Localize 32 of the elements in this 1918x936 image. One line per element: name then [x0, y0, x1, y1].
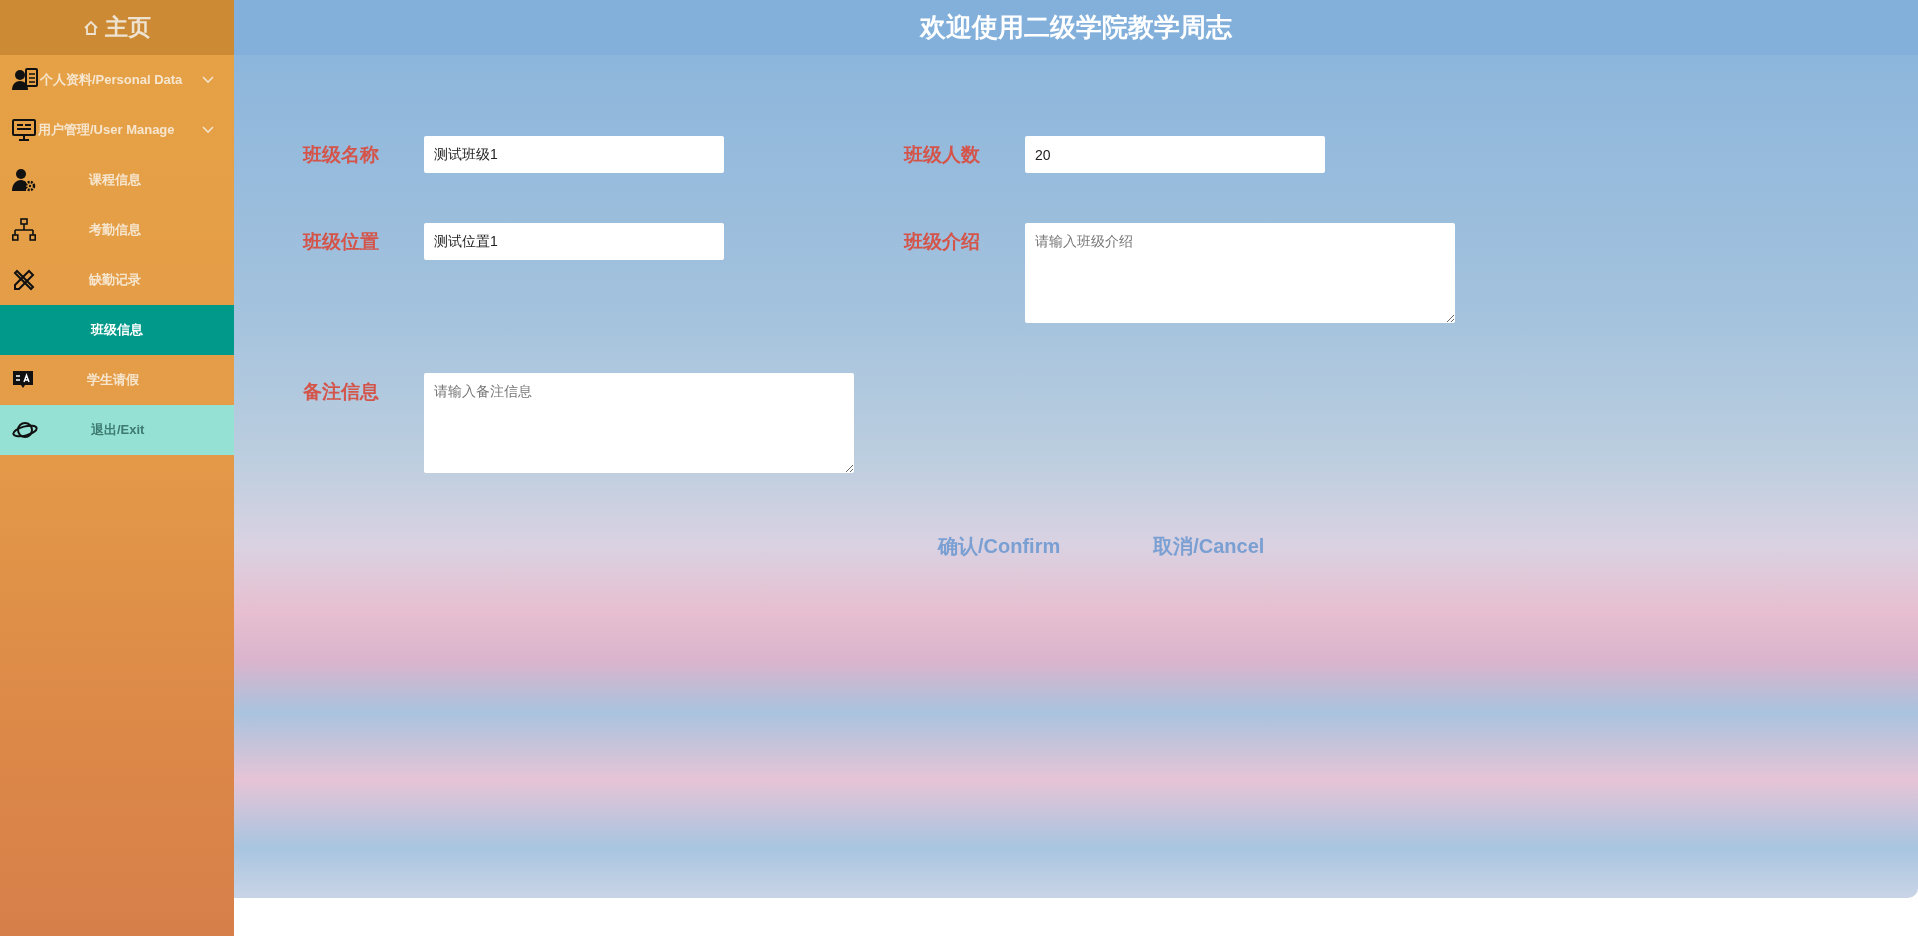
text-area[interactable]: 请输入班级介绍	[1025, 223, 1455, 323]
chevron-down-icon	[202, 76, 214, 84]
cancel-button[interactable]: 取消/Cancel	[1153, 531, 1265, 561]
field-label: 班级位置	[303, 230, 380, 254]
hierarchy-icon	[12, 218, 36, 242]
user-gear-icon	[12, 168, 36, 192]
sidebar-item[interactable]: 缺勤记录	[0, 255, 234, 305]
sidebar-item[interactable]: 退出/Exit	[0, 405, 234, 455]
input-field[interactable]: 20	[1025, 136, 1325, 173]
planet-icon	[12, 419, 38, 441]
translate-icon	[12, 370, 34, 390]
home-icon	[83, 19, 99, 36]
person-card-icon	[12, 68, 38, 92]
monitor-icon	[12, 119, 36, 141]
field-label: 备注信息	[303, 380, 380, 404]
sidebar-item[interactable]: 课程信息	[0, 155, 234, 205]
input-field[interactable]: 测试位置1	[424, 223, 724, 260]
pencil-ruler-icon	[12, 268, 36, 292]
confirm-button[interactable]: 确认/Confirm	[938, 531, 1061, 561]
sidebar-item[interactable]: 考勤信息	[0, 205, 234, 255]
page-title: 欢迎使用二级学院教学周志	[920, 11, 1232, 44]
sidebar-item[interactable]: 学生请假	[0, 355, 234, 405]
input-field[interactable]: 测试班级1	[424, 136, 724, 173]
sidebar-item[interactable]: 班级信息	[0, 305, 234, 355]
text-area[interactable]: 请输入备注信息	[424, 373, 854, 473]
home-link[interactable]: 主页	[105, 10, 151, 45]
field-label: 班级介绍	[904, 230, 981, 254]
field-label: 班级人数	[904, 143, 981, 167]
field-label: 班级名称	[303, 143, 380, 167]
sidebar-item[interactable]: 个人资料/Personal Data	[0, 55, 234, 105]
sidebar-item[interactable]: 用户管理/User Manage	[0, 105, 234, 155]
chevron-down-icon	[202, 126, 214, 134]
